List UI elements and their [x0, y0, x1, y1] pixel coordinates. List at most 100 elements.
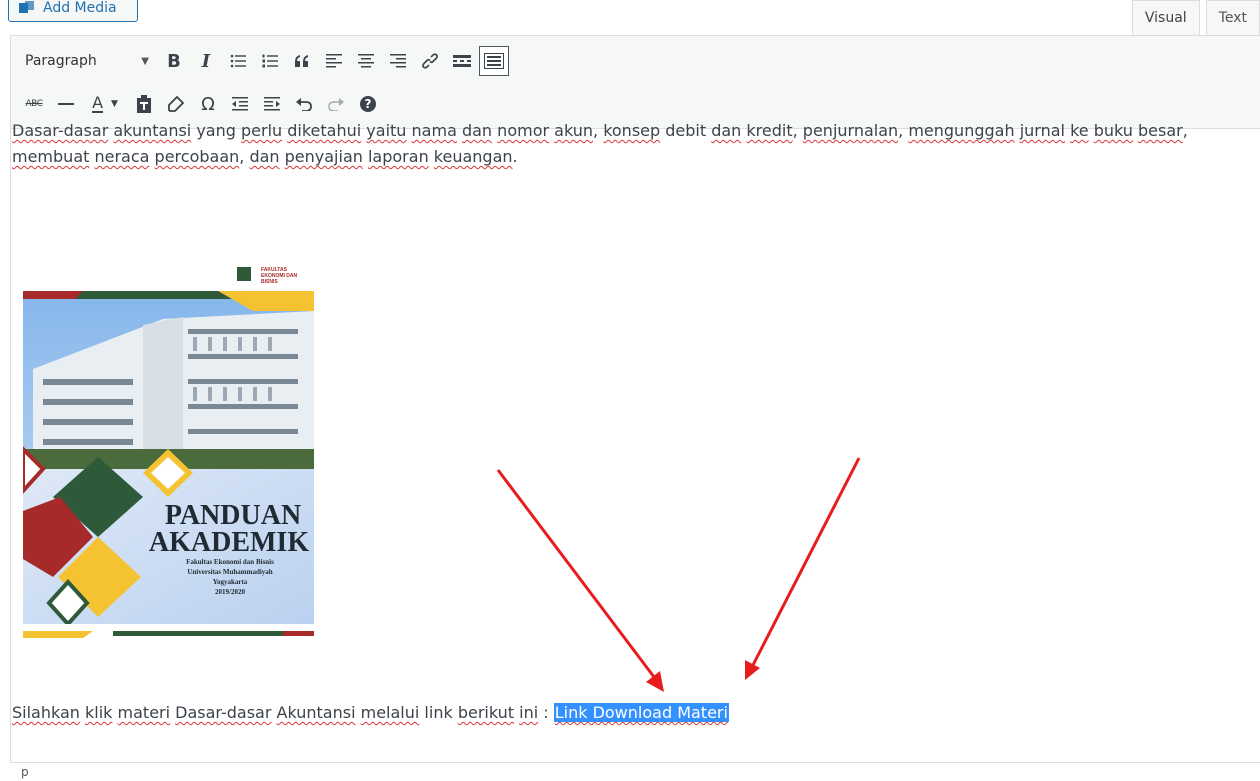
redo-button[interactable]	[321, 89, 351, 119]
misspelled-word: mengunggah	[908, 121, 1015, 140]
misspelled-word: percobaan	[154, 147, 240, 166]
undo-button[interactable]	[289, 89, 319, 119]
align-center-button[interactable]	[351, 46, 381, 76]
misspelled-word: buku	[1093, 121, 1133, 140]
misspelled-word: keuangan	[433, 147, 513, 166]
misspelled-word: perlu	[240, 121, 283, 140]
numbered-list-button[interactable]	[255, 46, 285, 76]
undo-icon	[296, 98, 312, 111]
element-path-statusbar: p	[10, 762, 1260, 779]
add-media-button[interactable]: Add Media	[8, 0, 138, 22]
misspelled-word: dan	[711, 121, 742, 140]
indent-icon	[264, 97, 280, 111]
misspelled-word: penyajian	[284, 147, 363, 166]
panduan-akademik-cover-image[interactable]: FAKULTAS EKONOMI DAN BISNIS PANDUAN AKAD…	[23, 259, 314, 638]
misspelled-word: Akuntansi	[276, 703, 356, 722]
misspelled-word: dan	[461, 121, 493, 140]
cover-title-2: AKADEMIK	[149, 527, 309, 558]
chevron-down-icon: ▼	[111, 99, 118, 109]
misspelled-word: neraca	[94, 147, 150, 166]
misspelled-word: klik	[85, 703, 113, 722]
text-run: ,	[1182, 121, 1188, 140]
misspelled-word: melalui	[360, 703, 420, 722]
editor-toolbar: Paragraph ▼ B I ABC A ▼ Ω ?	[11, 36, 1260, 129]
bulleted-list-button[interactable]	[223, 46, 253, 76]
horizontal-line-icon	[58, 103, 74, 105]
clear-formatting-icon	[168, 96, 184, 112]
misspelled-word: laporan	[367, 147, 429, 166]
blockquote-icon	[295, 55, 308, 67]
misspelled-word: materi	[117, 703, 171, 722]
redo-icon	[328, 98, 344, 111]
misspelled-word: yaitu	[366, 121, 407, 140]
text-run: ,	[239, 147, 250, 166]
insert-link-button[interactable]	[415, 46, 445, 76]
text-color-icon: A	[92, 93, 104, 113]
align-center-icon	[358, 54, 374, 68]
element-path[interactable]: p	[21, 765, 29, 779]
add-media-icon	[19, 1, 35, 15]
paste-as-text-button[interactable]	[129, 89, 159, 119]
bold-button[interactable]: B	[159, 46, 189, 76]
tab-text[interactable]: Text	[1205, 0, 1260, 35]
indent-button[interactable]	[257, 89, 287, 119]
bulleted-list-icon	[230, 54, 246, 68]
format-select[interactable]: Paragraph ▼	[19, 46, 159, 76]
text-run: yang	[191, 121, 241, 140]
outdent-icon	[232, 97, 248, 111]
align-left-icon	[326, 54, 342, 68]
cover-subtitle-1: Fakultas Ekonomi dan Bisnis	[186, 558, 274, 566]
toolbar-toggle-icon	[484, 53, 504, 69]
toolbar-toggle-button[interactable]	[479, 46, 509, 76]
chevron-down-icon: ▼	[141, 55, 149, 67]
misspelled-word: nama	[411, 121, 457, 140]
special-character-icon: Ω	[201, 93, 215, 115]
content-paragraph-1[interactable]: Dasar-dasar akuntansi yang perlu diketah…	[12, 118, 1237, 170]
strikethrough-icon: ABC	[25, 99, 43, 109]
text-color-button[interactable]: A ▼	[83, 89, 127, 119]
strikethrough-button[interactable]: ABC	[19, 89, 49, 119]
align-left-button[interactable]	[319, 46, 349, 76]
misspelled-word: Silahkan	[12, 703, 80, 722]
cover-subtitle-2: Universitas Muhammadiyah	[187, 568, 272, 576]
text-run: .	[512, 147, 518, 166]
editor-mode-tabs: Visual Text	[1126, 0, 1260, 35]
misspelled-word: akun	[554, 121, 594, 140]
clear-formatting-button[interactable]	[161, 89, 191, 119]
read-more-icon	[453, 55, 471, 67]
misspelled-word: diketahui	[287, 121, 362, 140]
cover-subtitle-4: 2019/2020	[215, 588, 245, 596]
misspelled-word: dan	[249, 147, 280, 166]
cover-subtitle-3: Yogyakarta	[213, 578, 248, 586]
paste-as-text-icon	[137, 95, 151, 113]
download-link-selected[interactable]: Link Download Materi	[553, 703, 729, 722]
blockquote-button[interactable]	[287, 46, 317, 76]
misspelled-word: nomor	[497, 121, 550, 140]
text-run: link	[419, 703, 458, 722]
tab-visual[interactable]: Visual	[1131, 0, 1200, 35]
keyboard-shortcuts-button[interactable]: ?	[353, 89, 383, 119]
misspelled-word: ke	[1070, 121, 1089, 140]
special-character-button[interactable]: Ω	[193, 89, 223, 119]
numbered-list-icon	[262, 54, 278, 68]
add-media-label: Add Media	[43, 0, 117, 16]
text-run: debit	[660, 121, 712, 140]
toolbar-row-1: Paragraph ▼ B I	[19, 46, 511, 76]
misspelled-word: Dasar-dasar	[175, 703, 272, 722]
italic-button[interactable]: I	[191, 46, 221, 76]
cover-logo-text-3: BISNIS	[261, 279, 278, 285]
misspelled-word: kredit	[746, 121, 793, 140]
align-right-button[interactable]	[383, 46, 413, 76]
horizontal-line-button[interactable]	[51, 89, 81, 119]
content-paragraph-2[interactable]: Silahkan klik materi Dasar-dasar Akuntan…	[12, 700, 729, 726]
misspelled-word: jurnal	[1019, 121, 1065, 140]
read-more-button[interactable]	[447, 46, 477, 76]
outdent-button[interactable]	[225, 89, 255, 119]
misspelled-word: konsep	[603, 121, 661, 140]
keyboard-shortcuts-icon: ?	[360, 96, 376, 112]
text-run: ,	[593, 121, 604, 140]
bold-icon: B	[167, 50, 181, 72]
align-right-icon	[390, 54, 406, 68]
misspelled-word: berikut	[457, 703, 515, 722]
misspelled-word: ini	[519, 703, 539, 722]
